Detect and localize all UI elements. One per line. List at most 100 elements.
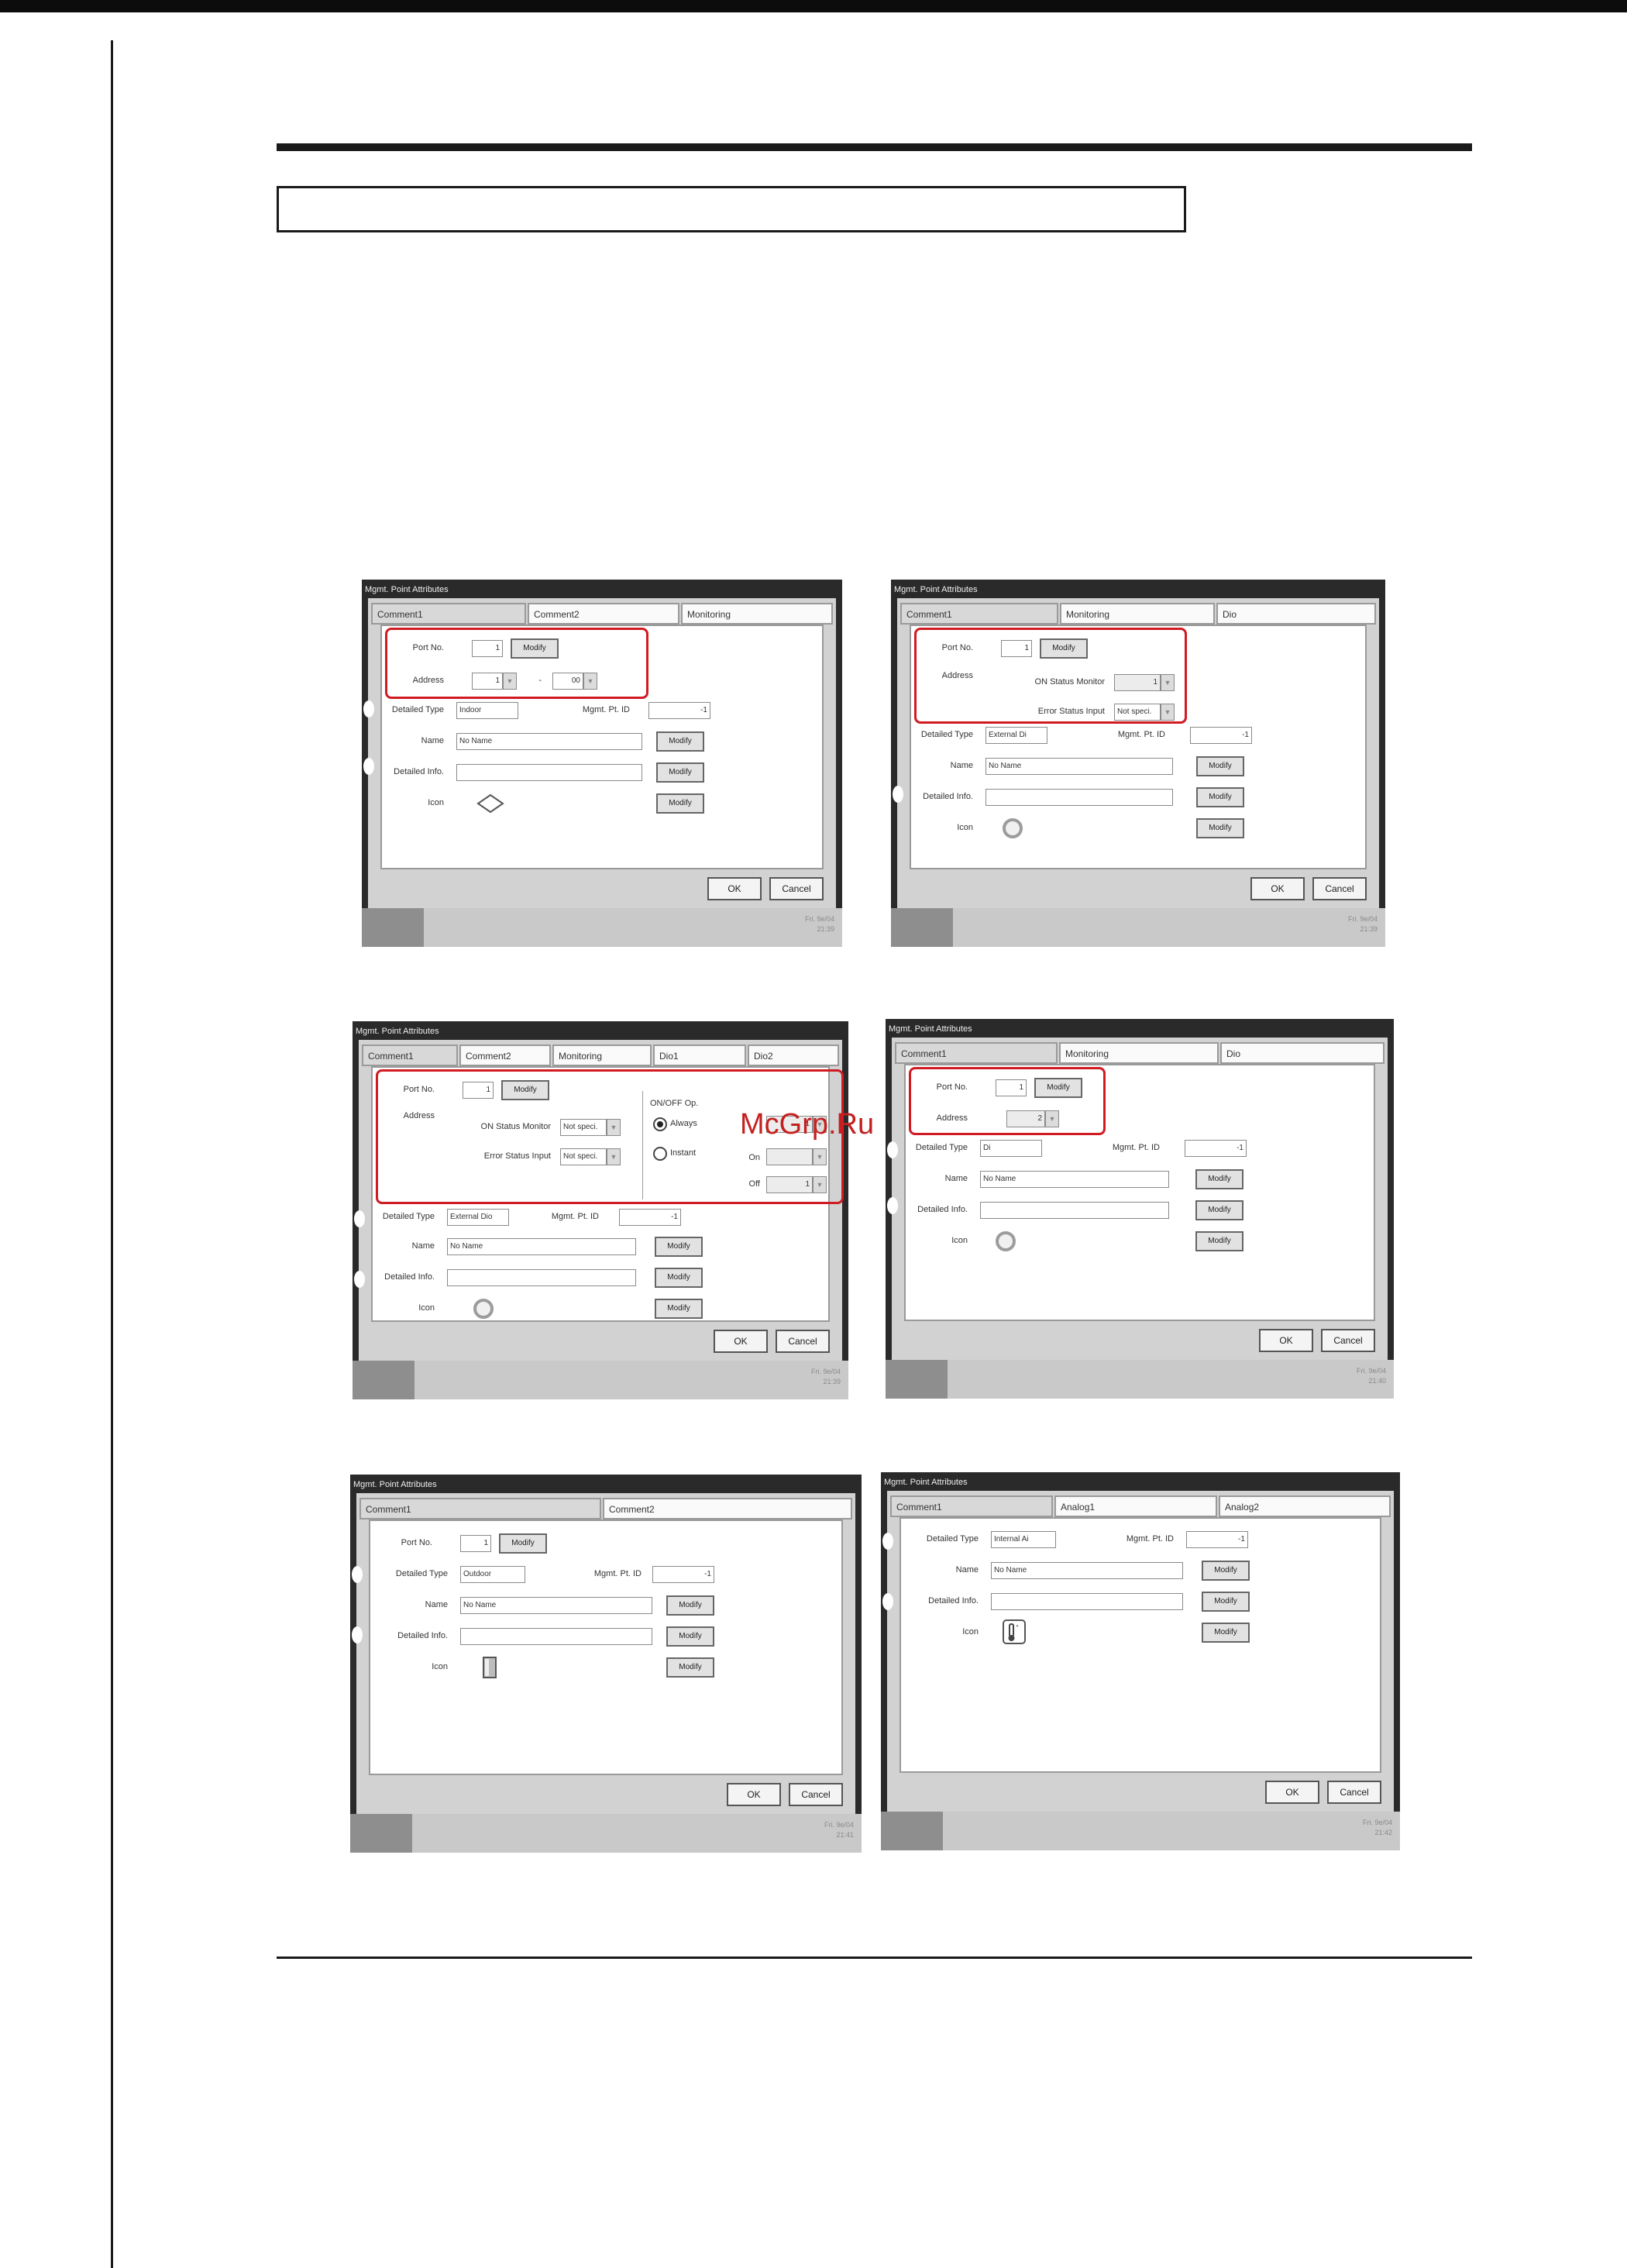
ok-button[interactable]: OK [1250, 877, 1305, 900]
detailed-type-field[interactable]: Indoor [456, 702, 518, 719]
name-field[interactable]: No Name [985, 758, 1173, 775]
name-field[interactable]: No Name [447, 1238, 636, 1255]
detailed-info-field[interactable] [985, 789, 1173, 806]
heading-rule [277, 143, 1472, 151]
tab-comment1[interactable]: Comment1 [900, 603, 1058, 625]
info-modify-button[interactable]: Modify [655, 1268, 703, 1288]
info-modify-button[interactable]: Modify [666, 1626, 714, 1647]
tab-dio[interactable]: Dio [1220, 1042, 1384, 1064]
detailed-info-field[interactable] [991, 1593, 1183, 1610]
tab-content: Port No. 1 Modify Address 2 ▼ Detailed T… [887, 1064, 1375, 1321]
mgmt-id-field[interactable]: -1 [1185, 1140, 1247, 1157]
name-modify-button[interactable]: Modify [1195, 1169, 1243, 1189]
tab-analog1[interactable]: Analog1 [1054, 1495, 1217, 1517]
icon-label: Icon [428, 798, 444, 807]
detailed-type-label: Detailed Type [391, 705, 444, 714]
cancel-button[interactable]: Cancel [789, 1783, 843, 1806]
detailed-type-label: Detailed Type [382, 1212, 435, 1221]
cancel-button[interactable]: Cancel [1321, 1329, 1375, 1352]
highlight-box [385, 628, 648, 699]
ok-button[interactable]: OK [707, 877, 762, 900]
tab-comment1[interactable]: Comment1 [371, 603, 526, 625]
info-modify-button[interactable]: Modify [1195, 1200, 1243, 1220]
tab-monitoring[interactable]: Monitoring [681, 603, 833, 625]
tab-bar: Comment1 Monitoring Dio [895, 1042, 1384, 1064]
icon-modify-button[interactable]: Modify [656, 793, 704, 814]
tab-analog2[interactable]: Analog2 [1219, 1495, 1391, 1517]
tab-comment2[interactable]: Comment2 [459, 1045, 551, 1066]
mgmt-id-field[interactable]: -1 [652, 1566, 714, 1583]
icon-modify-button[interactable]: Modify [1202, 1623, 1250, 1643]
icon-modify-button[interactable]: Modify [1196, 818, 1244, 838]
detailed-info-field[interactable] [980, 1202, 1169, 1219]
port-field[interactable]: 1 [460, 1535, 491, 1552]
name-modify-button[interactable]: Modify [1202, 1561, 1250, 1581]
cancel-button[interactable]: Cancel [776, 1330, 830, 1353]
icon-label: Icon [957, 823, 973, 832]
mgmt-id-field[interactable]: -1 [619, 1209, 681, 1226]
tab-content: Port No. 1 Modify Address ON Status Moni… [893, 625, 1367, 869]
name-modify-button[interactable]: Modify [666, 1595, 714, 1616]
detailed-type-field[interactable]: Internal Ai [991, 1531, 1056, 1548]
tab-comment1[interactable]: Comment1 [359, 1498, 601, 1519]
detailed-info-field[interactable] [447, 1269, 636, 1286]
tab-comment1[interactable]: Comment1 [895, 1042, 1058, 1064]
cancel-button[interactable]: Cancel [1327, 1781, 1381, 1804]
status-bar: Fri. 9e/04 21:39 [362, 908, 842, 947]
tab-monitoring[interactable]: Monitoring [552, 1045, 652, 1066]
ok-button[interactable]: OK [1259, 1329, 1313, 1352]
name-field[interactable]: No Name [991, 1562, 1183, 1579]
detailed-type-label: Detailed Type [920, 730, 973, 739]
tab-monitoring[interactable]: Monitoring [1059, 1042, 1219, 1064]
detailed-type-field[interactable]: Di [980, 1140, 1042, 1157]
tab-dio[interactable]: Dio [1216, 603, 1376, 625]
tab-dio1[interactable]: Dio1 [653, 1045, 746, 1066]
port-modify-button[interactable]: Modify [499, 1533, 547, 1554]
detailed-type-label: Detailed Type [395, 1569, 448, 1578]
tab-comment2[interactable]: Comment2 [603, 1498, 852, 1519]
ok-button[interactable]: OK [714, 1330, 768, 1353]
info-modify-button[interactable]: Modify [1202, 1592, 1250, 1612]
detailed-type-field[interactable]: External Di [985, 727, 1047, 744]
name-field[interactable]: No Name [460, 1597, 652, 1614]
side-marker [882, 1533, 893, 1550]
info-modify-button[interactable]: Modify [1196, 787, 1244, 807]
status-bar-home[interactable] [891, 908, 953, 947]
tab-comment1[interactable]: Comment1 [362, 1045, 458, 1066]
name-modify-button[interactable]: Modify [656, 731, 704, 752]
svg-text:°: ° [1016, 1624, 1019, 1631]
name-modify-button[interactable]: Modify [1196, 756, 1244, 776]
tab-monitoring[interactable]: Monitoring [1060, 603, 1215, 625]
tab-content: Port No. 1 Modify Address ON Status Moni… [354, 1066, 844, 1322]
status-bar-home[interactable] [350, 1814, 412, 1853]
ok-button[interactable]: OK [1265, 1781, 1319, 1804]
status-bar-home[interactable] [353, 1361, 414, 1399]
status-datetime: Fri. 9e/04 21:39 [1347, 915, 1378, 933]
tab-comment2[interactable]: Comment2 [528, 603, 679, 625]
detailed-type-field[interactable]: Outdoor [460, 1566, 525, 1583]
status-bar-home[interactable] [886, 1360, 948, 1399]
ok-button[interactable]: OK [727, 1783, 781, 1806]
status-datetime: Fri. 9e/04 21:39 [810, 1368, 841, 1385]
detailed-type-field[interactable]: External Dio [447, 1209, 509, 1226]
mgmt-id-field[interactable]: -1 [1190, 727, 1252, 744]
mgmt-id-label: Mgmt. Pt. ID [551, 1212, 599, 1221]
cancel-button[interactable]: Cancel [769, 877, 824, 900]
detailed-info-field[interactable] [460, 1628, 652, 1645]
name-field[interactable]: No Name [980, 1171, 1169, 1188]
icon-modify-button[interactable]: Modify [666, 1657, 714, 1678]
tab-dio2[interactable]: Dio2 [748, 1045, 839, 1066]
mgmt-id-field[interactable]: -1 [1186, 1531, 1248, 1548]
info-modify-button[interactable]: Modify [656, 762, 704, 783]
icon-modify-button[interactable]: Modify [655, 1299, 703, 1319]
icon-modify-button[interactable]: Modify [1195, 1231, 1243, 1251]
mgmt-id-field[interactable]: -1 [648, 702, 710, 719]
tab-comment1[interactable]: Comment1 [890, 1495, 1053, 1517]
name-modify-button[interactable]: Modify [655, 1237, 703, 1257]
screenshot-internal-ai: Mgmt. Point Attributes Comment1 Analog1 … [881, 1472, 1400, 1850]
status-bar-home[interactable] [881, 1812, 943, 1850]
name-field[interactable]: No Name [456, 733, 642, 750]
detailed-info-field[interactable] [456, 764, 642, 781]
status-bar-home[interactable] [362, 908, 424, 947]
cancel-button[interactable]: Cancel [1312, 877, 1367, 900]
